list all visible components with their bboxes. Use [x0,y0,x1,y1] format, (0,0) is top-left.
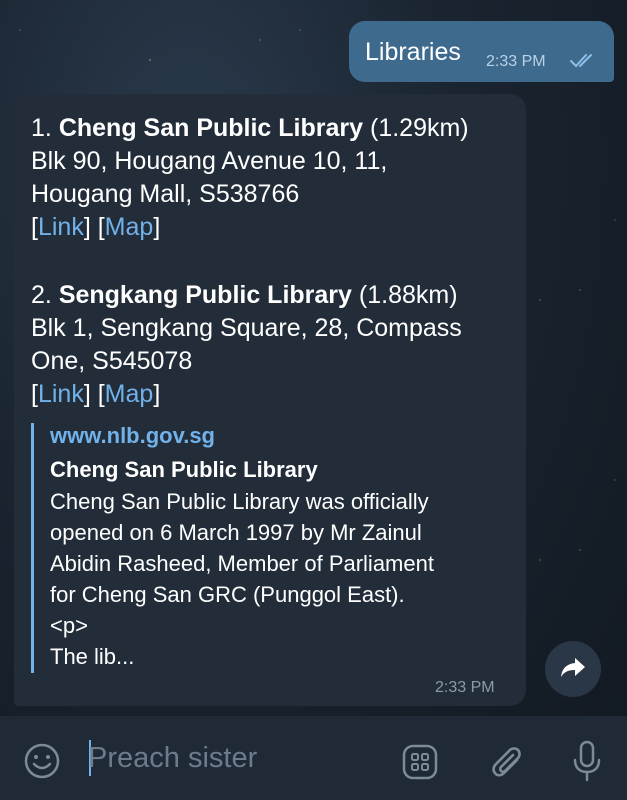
result-map-1[interactable]: Map [105,213,154,241]
link-preview-desc-line: Abidin Rasheed, Member of Parliament [50,551,434,576]
link-preview-desc-line: <p> [50,613,88,638]
result-address-2a: Blk 1, Sengkang Square, 28, Compass [31,314,462,342]
incoming-message[interactable]: 1. Cheng San Public Library (1.29km) Blk… [14,94,526,706]
result-address-1b: Hougang Mall, S538766 [31,180,300,208]
result-link-1[interactable]: Link [38,213,84,241]
result-map-2[interactable]: Map [105,380,154,408]
result-title-1: 1. Cheng San Public Library (1.29km) [31,114,469,142]
link-preview-site: www.nlb.gov.sg [50,423,215,448]
result-address-1a: Blk 90, Hougang Avenue 10, 11, [31,147,388,175]
link-preview-desc-line: The lib... [50,644,135,669]
forward-icon [560,656,586,683]
result-link-2[interactable]: Link [38,380,84,408]
incoming-message-time: 2:33 PM [435,679,495,696]
double-check-icon [569,51,599,74]
paperclip-icon[interactable] [485,740,527,782]
emoji-icon[interactable] [22,741,62,781]
microphone-icon[interactable] [568,739,606,783]
message-composer [0,716,627,800]
result-address-2b: One, S545078 [31,347,193,375]
link-preview-desc-line: for Cheng San GRC (Punggol East). [50,582,405,607]
link-preview-desc-line: opened on 6 March 1997 by Mr Zainul [50,520,422,545]
outgoing-message-text: Libraries [365,38,461,66]
result-title-2: 2. Sengkang Public Library (1.88km) [31,281,458,309]
message-input[interactable] [88,738,378,778]
result-links-1: [Link] [Map] [31,213,161,241]
link-preview[interactable]: www.nlb.gov.sg Cheng San Public Library … [31,423,501,673]
outgoing-message[interactable]: Libraries 2:33 PM [349,21,614,82]
forward-button[interactable] [545,641,601,697]
bot-commands-icon[interactable] [400,742,440,782]
link-preview-desc-line: Cheng San Public Library was officially [50,489,429,514]
result-links-2: [Link] [Map] [31,380,161,408]
outgoing-message-time: 2:33 PM [486,53,546,70]
link-preview-title: Cheng San Public Library [50,457,318,482]
